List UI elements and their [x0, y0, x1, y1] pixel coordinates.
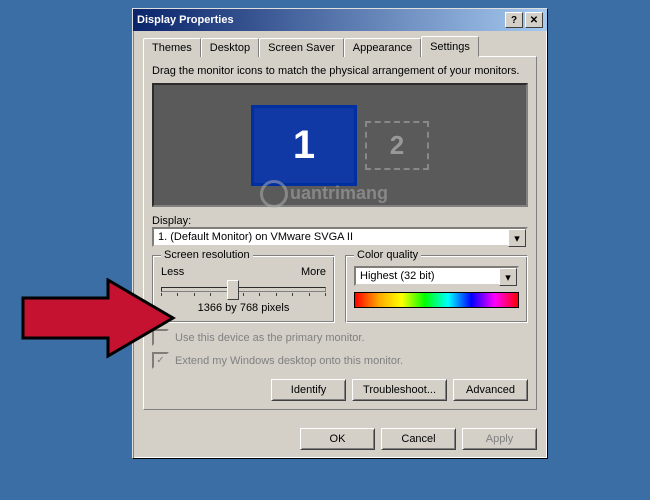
display-properties-window: Display Properties ? ✕ Themes Desktop Sc… [132, 8, 548, 459]
tab-appearance[interactable]: Appearance [344, 38, 421, 57]
color-quality-group: Color quality Highest (32 bit) ▾ [345, 255, 528, 323]
resolution-title: Screen resolution [161, 249, 253, 261]
resolution-more-label: More [301, 266, 326, 278]
display-label: Display: [152, 215, 528, 227]
checkbox-icon [152, 329, 169, 346]
tab-screensaver[interactable]: Screen Saver [259, 38, 344, 57]
tab-settings[interactable]: Settings [421, 36, 479, 57]
troubleshoot-button[interactable]: Troubleshoot... [352, 379, 447, 401]
resolution-less-label: Less [161, 266, 184, 278]
chevron-down-icon[interactable]: ▾ [508, 229, 526, 247]
window-title: Display Properties [137, 14, 503, 26]
advanced-button[interactable]: Advanced [453, 379, 528, 401]
apply-button[interactable]: Apply [462, 428, 537, 450]
primary-monitor-checkbox: Use this device as the primary monitor. [152, 329, 528, 346]
ok-button[interactable]: OK [300, 428, 375, 450]
color-spectrum [354, 292, 519, 308]
tab-desktop[interactable]: Desktop [201, 38, 259, 57]
settings-panel: Drag the monitor icons to match the phys… [143, 56, 537, 410]
identify-button[interactable]: Identify [271, 379, 346, 401]
cancel-button[interactable]: Cancel [381, 428, 456, 450]
color-quality-title: Color quality [354, 249, 421, 261]
titlebar[interactable]: Display Properties ? ✕ [133, 9, 547, 31]
display-dropdown[interactable]: 1. (Default Monitor) on VMware SVGA II ▾ [152, 227, 528, 247]
checkbox-icon [152, 352, 169, 369]
slider-thumb[interactable] [227, 280, 239, 300]
monitor-2[interactable]: 2 [365, 121, 429, 170]
slider-track [161, 287, 326, 292]
tab-strip: Themes Desktop Screen Saver Appearance S… [143, 38, 537, 57]
monitor-arrangement-area[interactable]: 1 2 [152, 83, 528, 207]
monitor-1[interactable]: 1 [251, 105, 357, 186]
instruction-text: Drag the monitor icons to match the phys… [152, 65, 528, 77]
extend-desktop-checkbox: Extend my Windows desktop onto this moni… [152, 352, 528, 369]
color-quality-value: Highest (32 bit) [360, 270, 435, 282]
resolution-value: 1366 by 768 pixels [161, 302, 326, 314]
help-button[interactable]: ? [505, 12, 523, 28]
screen-resolution-group: Screen resolution Less More 1366 by 768 … [152, 255, 335, 323]
color-quality-dropdown[interactable]: Highest (32 bit) ▾ [354, 266, 519, 286]
close-button[interactable]: ✕ [525, 12, 543, 28]
display-value: 1. (Default Monitor) on VMware SVGA II [158, 231, 353, 243]
tab-themes[interactable]: Themes [143, 38, 201, 57]
resolution-slider[interactable] [161, 280, 326, 298]
chevron-down-icon[interactable]: ▾ [499, 268, 517, 286]
dialog-buttons: OK Cancel Apply [133, 420, 547, 458]
